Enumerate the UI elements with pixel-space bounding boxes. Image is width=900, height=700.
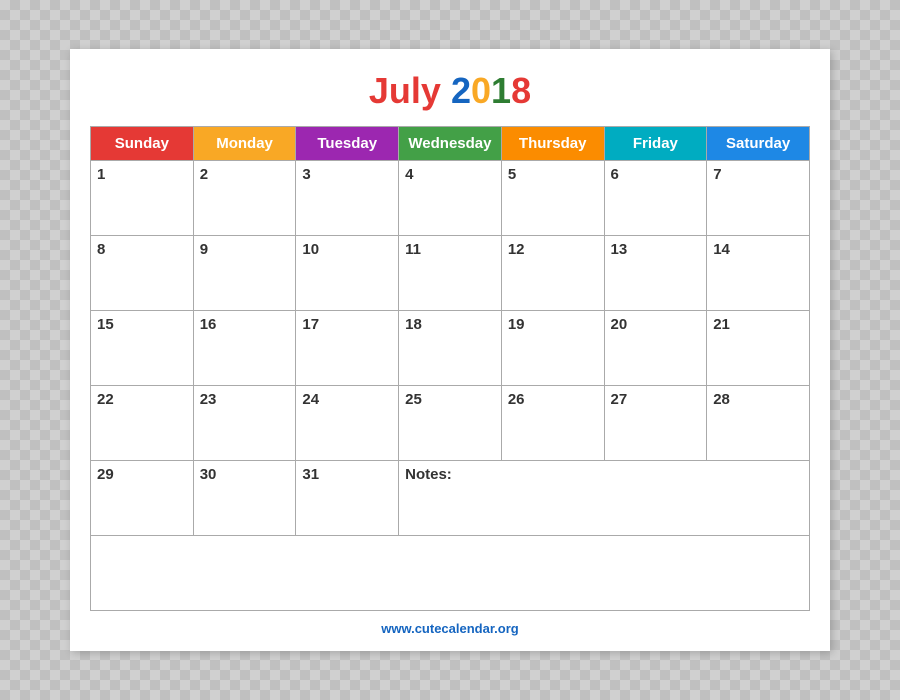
title-year-0: 0 — [471, 70, 491, 111]
notes-area-row — [91, 536, 810, 611]
notes-label: Notes: — [399, 461, 810, 536]
day-16: 16 — [193, 311, 296, 386]
website-url[interactable]: www.cutecalendar.org — [381, 621, 519, 636]
header-friday: Friday — [604, 127, 707, 161]
calendar-row-5: 29 30 31 Notes: — [91, 461, 810, 536]
day-24: 24 — [296, 386, 399, 461]
header-tuesday: Tuesday — [296, 127, 399, 161]
day-6: 6 — [604, 161, 707, 236]
day-27: 27 — [604, 386, 707, 461]
day-12: 12 — [501, 236, 604, 311]
day-13: 13 — [604, 236, 707, 311]
day-23: 23 — [193, 386, 296, 461]
header-wednesday: Wednesday — [399, 127, 502, 161]
website-link[interactable]: www.cutecalendar.org — [90, 621, 810, 636]
calendar-title: July 2018 — [90, 69, 810, 112]
day-25: 25 — [399, 386, 502, 461]
calendar-row-1: 1 2 3 4 5 6 7 — [91, 161, 810, 236]
calendar-row-2: 8 9 10 11 12 13 14 — [91, 236, 810, 311]
day-3: 3 — [296, 161, 399, 236]
day-11: 11 — [399, 236, 502, 311]
header-saturday: Saturday — [707, 127, 810, 161]
day-21: 21 — [707, 311, 810, 386]
title-july: July — [369, 70, 441, 111]
day-14: 14 — [707, 236, 810, 311]
title-year-1: 1 — [491, 70, 511, 111]
day-18: 18 — [399, 311, 502, 386]
day-17: 17 — [296, 311, 399, 386]
day-26: 26 — [501, 386, 604, 461]
day-19: 19 — [501, 311, 604, 386]
day-22: 22 — [91, 386, 194, 461]
day-7: 7 — [707, 161, 810, 236]
day-4: 4 — [399, 161, 502, 236]
calendar-container: July 2018 Sunday Monday Tuesday Wednesda… — [70, 49, 830, 651]
header-sunday: Sunday — [91, 127, 194, 161]
calendar-header-row: Sunday Monday Tuesday Wednesday Thursday… — [91, 127, 810, 161]
calendar-table: Sunday Monday Tuesday Wednesday Thursday… — [90, 126, 810, 611]
day-20: 20 — [604, 311, 707, 386]
day-15: 15 — [91, 311, 194, 386]
header-monday: Monday — [193, 127, 296, 161]
calendar-row-3: 15 16 17 18 19 20 21 — [91, 311, 810, 386]
header-thursday: Thursday — [501, 127, 604, 161]
calendar-row-4: 22 23 24 25 26 27 28 — [91, 386, 810, 461]
day-30: 30 — [193, 461, 296, 536]
day-10: 10 — [296, 236, 399, 311]
title-year-2: 2 — [451, 70, 471, 111]
day-2: 2 — [193, 161, 296, 236]
day-28: 28 — [707, 386, 810, 461]
title-year-8: 8 — [511, 70, 531, 111]
day-1: 1 — [91, 161, 194, 236]
day-5: 5 — [501, 161, 604, 236]
day-31: 31 — [296, 461, 399, 536]
day-29: 29 — [91, 461, 194, 536]
day-8: 8 — [91, 236, 194, 311]
notes-area[interactable] — [91, 536, 810, 611]
day-9: 9 — [193, 236, 296, 311]
